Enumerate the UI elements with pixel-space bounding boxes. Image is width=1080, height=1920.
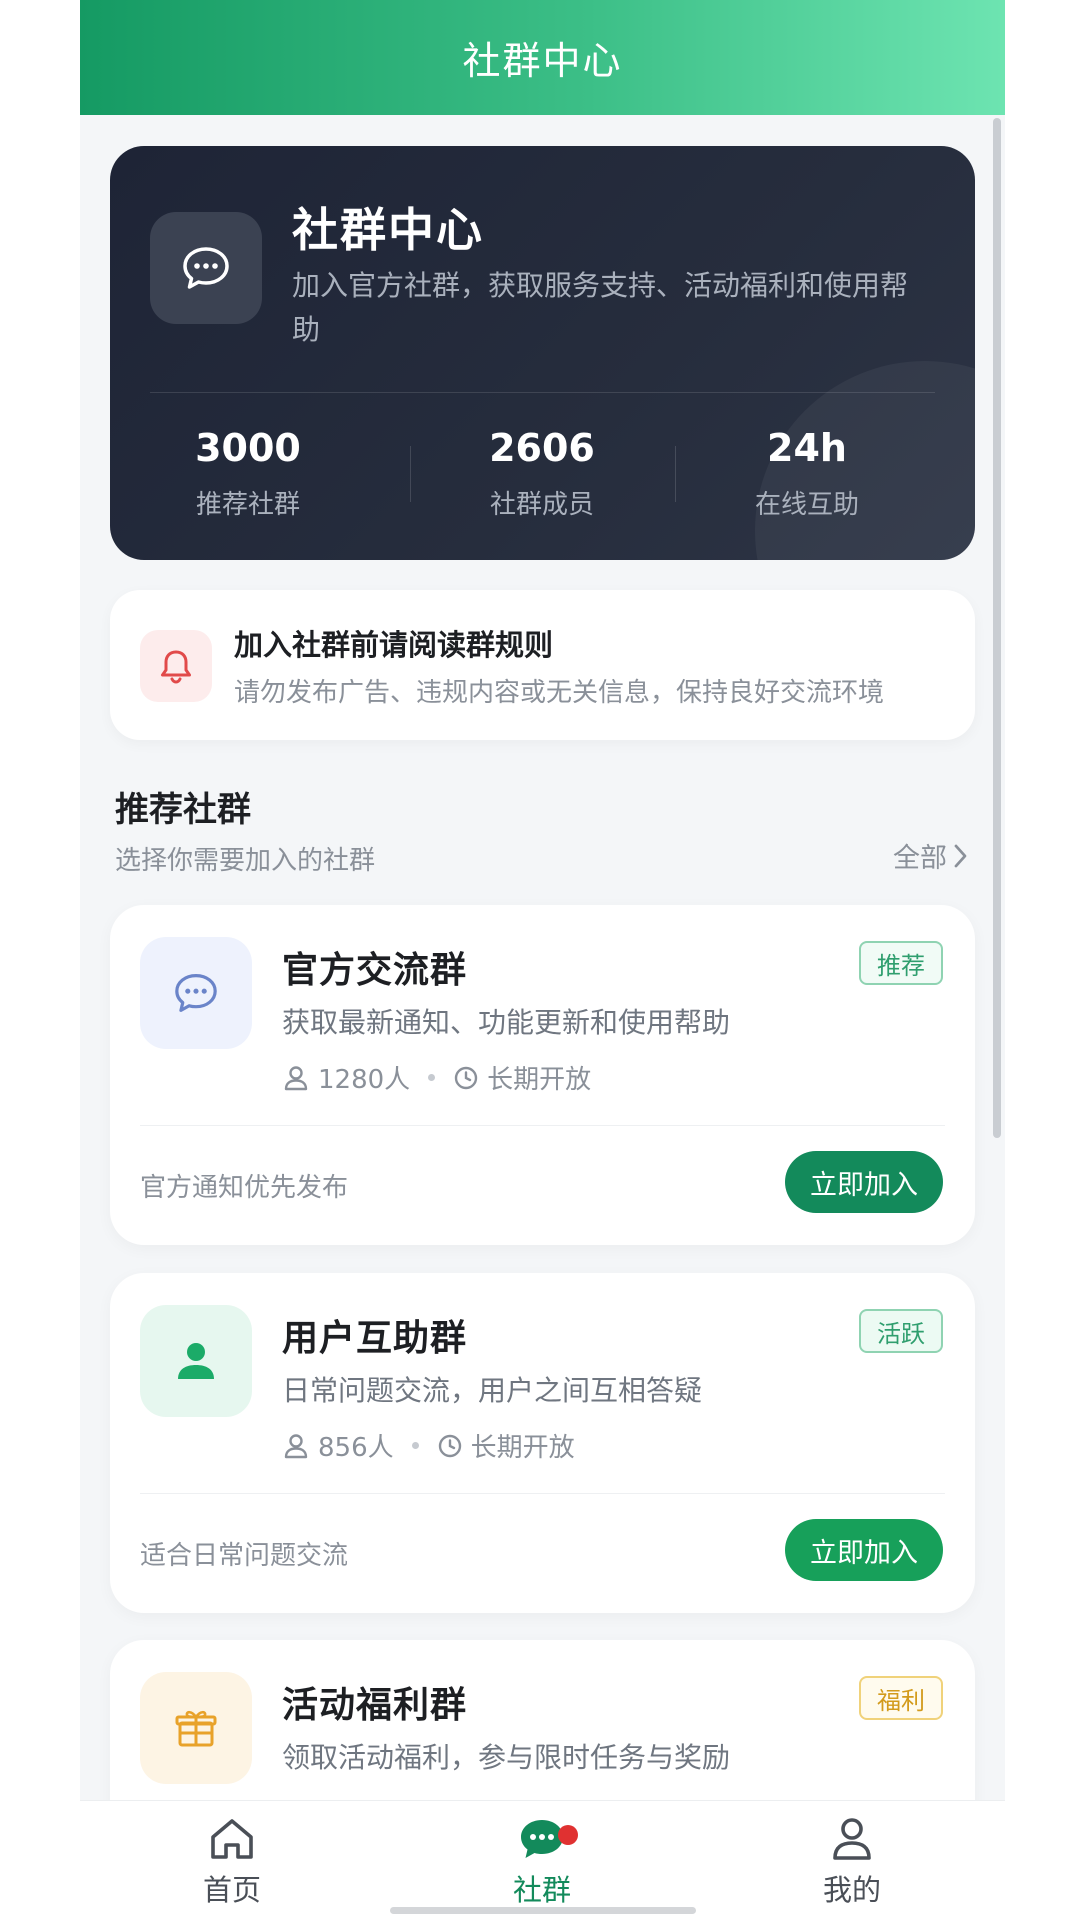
member-count: 856人 — [318, 1433, 394, 1463]
tab-home[interactable]: 首页 — [132, 1815, 332, 1909]
person-icon — [284, 1065, 308, 1090]
bottom-tab-bar: 首页 社群 我的 — [80, 1800, 1005, 1920]
notice-text: 请勿发布广告、违规内容或无关信息，保持良好交流环境 — [234, 678, 885, 708]
group-description: 获取最新通知、功能更新和使用帮助 — [282, 1006, 731, 1039]
meta-separator — [411, 1442, 419, 1449]
home-indicator — [390, 1907, 696, 1914]
group-card-mutual-help[interactable]: 用户互助群 活跃 日常问题交流，用户之间互相答疑 856人 长期开放 适合日常问… — [110, 1273, 975, 1613]
group-description: 日常问题交流，用户之间互相答疑 — [282, 1374, 703, 1407]
hero-chat-icon — [150, 212, 262, 324]
hero-divider — [150, 392, 935, 393]
group-card-official[interactable]: 官方交流群 推荐 获取最新通知、功能更新和使用帮助 1280人 长期开放 官方通… — [110, 905, 975, 1245]
chevron-right-icon — [954, 844, 967, 867]
member-count: 1280人 — [318, 1065, 411, 1095]
gift-icon — [140, 1672, 252, 1784]
top-bar: 社群中心 — [80, 0, 1005, 115]
profile-icon — [833, 1818, 871, 1860]
group-description: 领取活动福利，参与限时任务与奖励 — [282, 1741, 731, 1774]
tab-label: 我的 — [822, 1873, 881, 1907]
stat-value: 3000 — [195, 426, 301, 470]
open-status: 长期开放 — [470, 1433, 575, 1463]
group-badge: 推荐 — [859, 941, 943, 985]
stat-value: 24h — [767, 426, 847, 470]
join-button[interactable]: 立即加入 — [785, 1519, 943, 1581]
group-name: 官方交流群 — [282, 950, 468, 991]
tab-profile[interactable]: 我的 — [752, 1815, 952, 1909]
home-icon — [211, 1819, 253, 1859]
app-screen: 社群中心 社群中心 加入官方社群，获取服务支持、活动福利和使用帮助 3000 推… — [80, 0, 1005, 1920]
stat-label: 推荐社群 — [195, 490, 300, 520]
card-divider — [140, 1125, 945, 1126]
meta-separator — [428, 1074, 436, 1081]
stat-online-help: 24h 在线互助 — [675, 426, 939, 521]
tab-community[interactable]: 社群 — [442, 1815, 642, 1909]
group-rules-notice[interactable]: 加入社群前请阅读群规则 请勿发布广告、违规内容或无关信息，保持良好交流环境 — [110, 590, 975, 740]
view-all-link[interactable]: 全部 — [893, 836, 969, 875]
stat-group-members: 2606 社群成员 — [410, 426, 674, 521]
group-meta: 856人 长期开放 — [282, 1427, 575, 1464]
stat-recommended-groups: 3000 推荐社群 — [116, 426, 380, 521]
group-meta: 1280人 长期开放 — [282, 1059, 591, 1096]
user-icon — [140, 1305, 252, 1417]
hero-title: 社群中心 — [292, 203, 484, 257]
stat-label: 在线互助 — [754, 490, 859, 520]
group-note: 适合日常问题交流 — [140, 1541, 349, 1571]
section-subtitle: 选择你需要加入的社群 — [115, 846, 376, 876]
group-note: 官方通知优先发布 — [140, 1173, 349, 1203]
group-badge: 活跃 — [859, 1309, 943, 1353]
group-name: 活动福利群 — [282, 1685, 468, 1726]
card-divider — [140, 1493, 945, 1494]
group-name: 用户互助群 — [282, 1318, 468, 1359]
clock-icon — [454, 1066, 478, 1089]
section-title: 推荐社群 — [115, 790, 251, 830]
chat-bubble-icon — [140, 937, 252, 1049]
tab-label: 首页 — [202, 1873, 261, 1907]
community-hero-card: 社群中心 加入官方社群，获取服务支持、活动福利和使用帮助 3000 推荐社群 2… — [110, 146, 975, 560]
unread-badge — [558, 1825, 578, 1845]
open-status: 长期开放 — [487, 1065, 592, 1095]
bell-icon — [140, 630, 212, 702]
join-button[interactable]: 立即加入 — [785, 1151, 943, 1213]
scrollbar[interactable] — [993, 118, 1001, 1138]
stat-value: 2606 — [489, 426, 595, 470]
notice-title: 加入社群前请阅读群规则 — [234, 628, 554, 662]
clock-icon — [438, 1434, 461, 1457]
hero-description: 加入官方社群，获取服务支持、活动福利和使用帮助 — [292, 269, 909, 346]
view-all-label: 全部 — [893, 843, 947, 874]
page-title: 社群中心 — [462, 39, 623, 83]
stat-label: 社群成员 — [489, 490, 594, 520]
group-badge: 福利 — [859, 1676, 943, 1720]
tab-label: 社群 — [512, 1873, 571, 1907]
person-icon — [284, 1433, 308, 1458]
